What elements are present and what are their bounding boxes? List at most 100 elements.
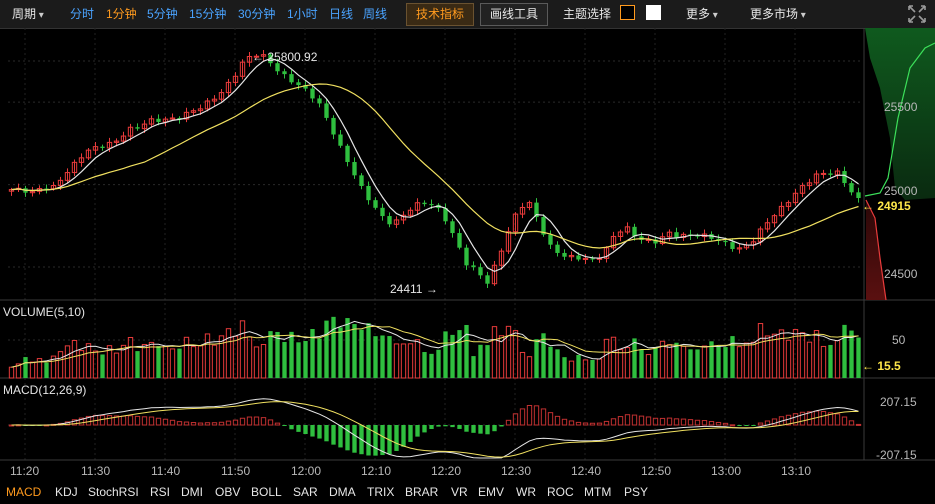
- tab-rsi[interactable]: RSI: [150, 485, 170, 499]
- tab-macd[interactable]: MACD: [6, 485, 41, 499]
- candle-body-down: [380, 207, 385, 217]
- macd-bar-negative: [296, 425, 301, 432]
- macd-bar-positive: [155, 417, 162, 426]
- volume-bar-down: [44, 362, 49, 378]
- volume-bar-up: [505, 325, 512, 379]
- volume-bar-down: [688, 349, 693, 378]
- period-menu[interactable]: 周期: [12, 0, 44, 28]
- macd-bar-negative: [744, 425, 749, 426]
- candle-body-down: [457, 233, 462, 248]
- volume-bar-down: [23, 357, 28, 378]
- volume-bar-up: [64, 345, 71, 379]
- tab-dmi[interactable]: DMI: [181, 485, 203, 499]
- volume-bar-down: [310, 329, 315, 378]
- tab-dma[interactable]: DMA: [329, 485, 356, 499]
- volume-bar-up: [414, 339, 421, 379]
- tab-trix[interactable]: TRIX: [367, 485, 394, 499]
- macd-bar-positive: [246, 416, 253, 426]
- macd-bar-positive: [610, 418, 617, 426]
- tab-roc[interactable]: ROC: [547, 485, 574, 499]
- volume-bar-up: [764, 335, 771, 379]
- tab-brar[interactable]: BRAR: [405, 485, 438, 499]
- tab-kdj[interactable]: KDJ: [55, 485, 78, 499]
- volume-bar-down: [716, 346, 721, 378]
- volume-bar-down: [296, 342, 301, 378]
- tech-indicator-button[interactable]: 技术指标: [406, 3, 475, 26]
- volume-bar-down: [730, 336, 735, 378]
- drawing-tools-button[interactable]: 画线工具: [480, 3, 549, 26]
- candle-body-down: [562, 252, 567, 257]
- time-tick: 11:30: [81, 464, 110, 478]
- volume-bar-down: [457, 330, 462, 378]
- volume-bar-up: [183, 336, 190, 379]
- volume-bar-down: [436, 349, 441, 378]
- period-1hour[interactable]: 1小时: [287, 0, 318, 28]
- period-15min[interactable]: 15分钟: [189, 0, 226, 28]
- period-5min[interactable]: 5分钟: [147, 0, 178, 28]
- volume-bar-up: [393, 343, 400, 379]
- volume-bar-down: [317, 338, 322, 378]
- macd-bar-negative: [422, 425, 427, 433]
- top-toolbar: 周期 分时 1分钟 5分钟 15分钟 30分钟 1小时 日线 周线 技术指标 画…: [0, 0, 935, 29]
- volume-bar-down: [359, 329, 364, 378]
- volume-bar-down: [464, 324, 469, 378]
- macd-bar-negative: [457, 425, 462, 429]
- volume-bar-down: [828, 344, 833, 378]
- candle-body-down: [590, 258, 595, 260]
- macd-bar-positive: [673, 418, 680, 426]
- macd-bar-positive: [204, 422, 211, 426]
- period-daily[interactable]: 日线: [329, 0, 353, 28]
- candle-body-down: [471, 265, 476, 268]
- tab-boll[interactable]: BOLL: [251, 485, 282, 499]
- candle-body-up: [820, 172, 827, 175]
- period-timeshare[interactable]: 分时: [70, 0, 94, 28]
- macd-bar-positive: [218, 421, 225, 426]
- macd-bar-negative: [394, 425, 399, 451]
- theme-dark-swatch[interactable]: [620, 5, 635, 20]
- volume-bar-down: [471, 356, 476, 378]
- volume-bar-up: [204, 333, 211, 379]
- moving-average-lines: [11, 57, 859, 273]
- macd-bar-positive: [659, 417, 666, 426]
- period-30min[interactable]: 30分钟: [238, 0, 275, 28]
- bid-depth-area: [865, 28, 935, 200]
- tab-stochrsi[interactable]: StochRSI: [88, 485, 139, 499]
- tab-psy[interactable]: PSY: [624, 485, 648, 499]
- volume-bar-down: [723, 347, 728, 378]
- macd-bar-positive: [666, 417, 673, 426]
- tab-emv[interactable]: EMV: [478, 485, 504, 499]
- macd-bar-positive: [274, 422, 281, 426]
- macd-bar-positive: [617, 416, 624, 426]
- tab-mtm[interactable]: MTM: [584, 485, 611, 499]
- volume-bar-up: [232, 335, 239, 379]
- volume-bar-down: [485, 345, 490, 378]
- more-markets-menu[interactable]: 更多市场: [750, 0, 806, 28]
- volume-bar-up: [526, 356, 533, 379]
- tab-sar[interactable]: SAR: [293, 485, 318, 499]
- tab-wr[interactable]: WR: [516, 485, 536, 499]
- macd-bar-positive: [589, 422, 596, 426]
- macd-bar-positive: [148, 416, 155, 426]
- more-menu[interactable]: 更多: [686, 0, 718, 28]
- period-weekly[interactable]: 周线: [363, 0, 387, 28]
- high-price-label: ← 25800.92: [252, 50, 318, 64]
- period-1min[interactable]: 1分钟: [106, 0, 137, 28]
- macd-bar-negative: [471, 425, 476, 433]
- tab-vr[interactable]: VR: [451, 485, 468, 499]
- volume-bar-up: [400, 343, 407, 379]
- expand-arrows-icon[interactable]: [907, 4, 927, 24]
- volume-bar-down: [534, 339, 539, 378]
- theme-light-swatch[interactable]: [646, 5, 661, 20]
- macd-bar-positive: [855, 423, 862, 426]
- tab-obv[interactable]: OBV: [215, 485, 240, 499]
- volume-bar-up: [218, 335, 225, 379]
- volume-bar-up: [190, 346, 197, 379]
- candle-body-down: [842, 171, 847, 184]
- chart-area[interactable]: ← 25800.92 24411 → ← 24915 25500 25000 2…: [0, 28, 935, 482]
- macd-bar-negative: [289, 425, 294, 430]
- volume-bar-down: [562, 357, 567, 378]
- macd-bar-positive: [176, 421, 183, 426]
- macd-bar-negative: [408, 425, 413, 442]
- volume-bar-up: [617, 349, 624, 379]
- grid-lines: [0, 28, 935, 461]
